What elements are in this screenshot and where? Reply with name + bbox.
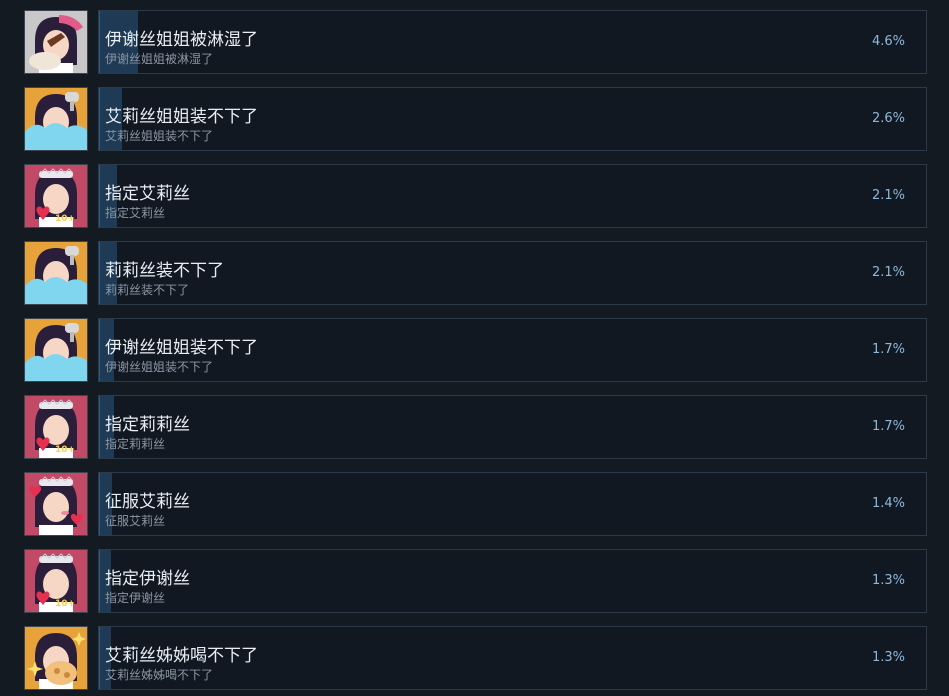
progress-bar: 伊谢丝姐姐被淋湿了 伊谢丝姐姐被淋湿了 4.6% xyxy=(98,10,927,74)
progress-bar: 指定莉莉丝 指定莉莉丝 1.7% xyxy=(98,395,927,459)
unlock-percent: 1.4% xyxy=(871,496,905,511)
unlock-percent: 1.7% xyxy=(871,342,905,357)
svg-text:10+: 10+ xyxy=(55,214,75,224)
svg-text:10+: 10+ xyxy=(55,599,75,609)
achievement-row[interactable]: 莉莉丝装不下了 莉莉丝装不下了 2.1% xyxy=(24,241,927,307)
progress-bar: 指定伊谢丝 指定伊谢丝 1.3% xyxy=(98,549,927,613)
achievement-description: 指定伊谢丝 xyxy=(105,591,166,605)
progress-bar: 征服艾莉丝 征服艾莉丝 1.4% xyxy=(98,472,927,536)
achievement-row[interactable]: 艾莉丝姐姐装不下了 艾莉丝姐姐装不下了 2.6% xyxy=(24,87,927,153)
unlock-percent: 1.3% xyxy=(871,573,905,588)
achievement-title: 莉莉丝装不下了 xyxy=(105,261,224,281)
achievement-description: 伊谢丝姐姐装不下了 xyxy=(105,360,214,374)
unlock-percent: 1.7% xyxy=(871,419,905,434)
isis-overflow-icon xyxy=(24,318,88,382)
unlock-percent: 1.3% xyxy=(871,650,905,665)
unlock-percent: 2.6% xyxy=(871,111,905,126)
achievement-title: 伊谢丝姐姐被淋湿了 xyxy=(105,30,258,50)
achievement-row[interactable]: 10+ 指定莉莉丝 指定莉莉丝 1.7% xyxy=(24,395,927,461)
achievement-description: 艾莉丝姐姐装不下了 xyxy=(105,129,214,143)
achievement-row[interactable]: 伊谢丝姐姐装不下了 伊谢丝姐姐装不下了 1.7% xyxy=(24,318,927,384)
achievement-title: 指定伊谢丝 xyxy=(105,569,190,589)
progress-bar: 指定艾莉丝 指定艾莉丝 2.1% xyxy=(98,164,927,228)
achievement-row[interactable]: 10+ 指定伊谢丝 指定伊谢丝 1.3% xyxy=(24,549,927,615)
maid-blush-hearts-icon xyxy=(24,472,88,536)
maid-heart-10-icon: 10+ xyxy=(24,395,88,459)
achievement-title: 艾莉丝姐姐装不下了 xyxy=(105,107,258,127)
progress-bar: 艾莉丝姊姊喝不下了 艾莉丝姊姊喝不下了 1.3% xyxy=(98,626,927,690)
achievement-row[interactable]: 艾莉丝姊姊喝不下了 艾莉丝姊姊喝不下了 1.3% xyxy=(24,626,927,692)
unlock-percent: 2.1% xyxy=(871,188,905,203)
achievement-title: 指定艾莉丝 xyxy=(105,184,190,204)
achievement-list: 伊谢丝姐姐被淋湿了 伊谢丝姐姐被淋湿了 4.6% 艾莉丝姐姐装不下了 艾莉丝姐姐装不下了… xyxy=(0,0,949,696)
progress-bar: 艾莉丝姐姐装不下了 艾莉丝姐姐装不下了 2.6% xyxy=(98,87,927,151)
achievement-description: 指定艾莉丝 xyxy=(105,206,166,220)
maid-heart-10-icon: 10+ xyxy=(24,549,88,613)
alice-drink-sparkle-icon xyxy=(24,626,88,690)
isis-wet-icon xyxy=(24,10,88,74)
achievement-row[interactable]: 伊谢丝姐姐被淋湿了 伊谢丝姐姐被淋湿了 4.6% xyxy=(24,10,927,76)
unlock-percent: 4.6% xyxy=(871,34,905,49)
achievement-description: 征服艾莉丝 xyxy=(105,514,166,528)
achievement-title: 征服艾莉丝 xyxy=(105,492,190,512)
progress-bar: 伊谢丝姐姐装不下了 伊谢丝姐姐装不下了 1.7% xyxy=(98,318,927,382)
achievement-description: 指定莉莉丝 xyxy=(105,437,166,451)
achievement-title: 指定莉莉丝 xyxy=(105,415,190,435)
achievement-description: 莉莉丝装不下了 xyxy=(105,283,190,297)
achievement-title: 艾莉丝姊姊喝不下了 xyxy=(105,646,258,666)
achievement-description: 艾莉丝姊姊喝不下了 xyxy=(105,668,214,682)
achievement-title: 伊谢丝姐姐装不下了 xyxy=(105,338,258,358)
achievement-description: 伊谢丝姐姐被淋湿了 xyxy=(105,52,214,66)
svg-text:10+: 10+ xyxy=(55,445,75,455)
unlock-percent: 2.1% xyxy=(871,265,905,280)
progress-bar: 莉莉丝装不下了 莉莉丝装不下了 2.1% xyxy=(98,241,927,305)
maid-heart-10-icon: 10+ xyxy=(24,164,88,228)
alice-overflow-icon xyxy=(24,87,88,151)
lilith-overflow-icon xyxy=(24,241,88,305)
achievement-row[interactable]: 征服艾莉丝 征服艾莉丝 1.4% xyxy=(24,472,927,538)
achievement-row[interactable]: 10+ 指定艾莉丝 指定艾莉丝 2.1% xyxy=(24,164,927,230)
